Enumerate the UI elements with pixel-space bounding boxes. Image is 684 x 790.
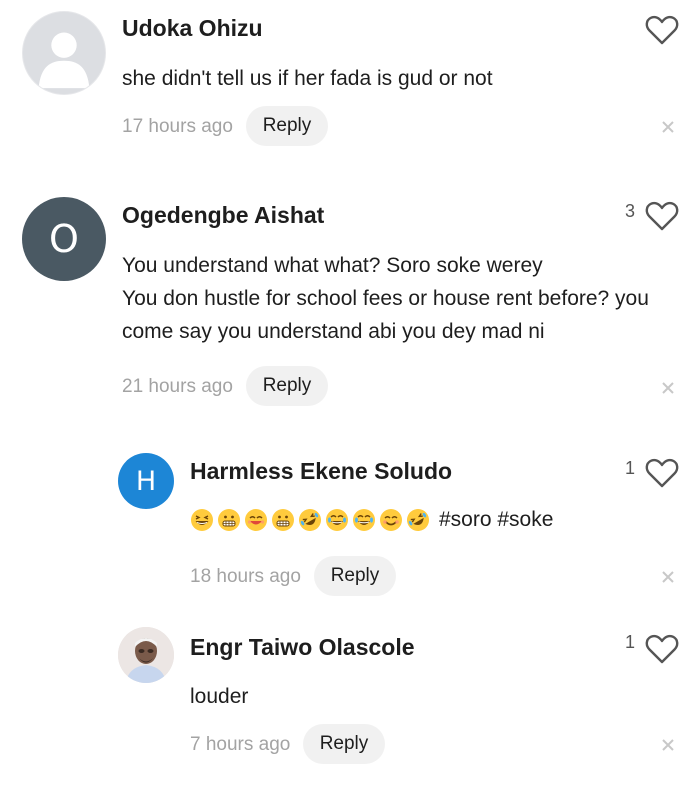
comment-text-line: You understand what what? Soro soke were…: [122, 254, 543, 277]
comment: Udoka Ohizu she didn't tell us if her fa…: [0, 0, 684, 180]
comment-time: 18 hours ago: [190, 566, 301, 587]
comment-text: louder: [190, 685, 249, 708]
comment-author[interactable]: Udoka Ohizu: [122, 15, 263, 42]
reply-comment: Engr Taiwo Olascole louder 7 hours ago R…: [0, 610, 684, 790]
avatar-letter: O: [49, 217, 79, 261]
comment-time: 21 hours ago: [122, 376, 233, 397]
comment-time: 17 hours ago: [122, 116, 233, 137]
tears-of-joy-emoji-icon: [326, 509, 348, 531]
close-icon[interactable]: [661, 738, 675, 752]
grimacing-emoji-icon: [218, 509, 240, 531]
hashtags[interactable]: #soro #soke: [439, 508, 553, 532]
comment-author[interactable]: Engr Taiwo Olascole: [190, 634, 415, 661]
avatar[interactable]: [22, 11, 106, 95]
tears-of-joy-emoji-icon: [353, 509, 375, 531]
like-count: 1: [625, 458, 636, 478]
comment-author[interactable]: Harmless Ekene Soludo: [190, 458, 452, 485]
user-photo-icon: [118, 627, 174, 683]
grimacing-emoji-icon: [272, 509, 294, 531]
comment-text-line: come say you understand abi you dey mad …: [122, 320, 545, 343]
smiling-face-emoji-icon: [380, 509, 402, 531]
avatar[interactable]: H: [118, 453, 174, 509]
comment-text-line: You don hustle for school fees or house …: [122, 287, 649, 310]
like-count: 1: [625, 632, 636, 652]
reply-button[interactable]: Reply: [246, 366, 328, 406]
heart-icon[interactable]: [645, 634, 679, 664]
comment-time: 7 hours ago: [190, 734, 291, 755]
default-user-icon: [38, 32, 90, 89]
comment: O Ogedengbe Aishat You understand what w…: [0, 180, 684, 430]
reply-button[interactable]: Reply: [303, 724, 385, 764]
reply-button[interactable]: Reply: [246, 106, 328, 146]
avatar-letter: H: [135, 465, 157, 497]
comment-text: #soro #soke: [190, 508, 553, 532]
comment-author[interactable]: Ogedengbe Aishat: [122, 202, 324, 229]
reply-comment: H Harmless Ekene Soludo #soro #soke 18 h…: [0, 430, 684, 610]
rofl-emoji-icon: [407, 509, 429, 531]
smiling-closed-eyes-emoji-icon: [245, 509, 267, 531]
heart-icon[interactable]: [645, 15, 679, 45]
like-count: 3: [625, 201, 636, 221]
rofl-emoji-icon: [299, 509, 321, 531]
grinning-squint-emoji-icon: [191, 509, 213, 531]
close-icon[interactable]: [661, 120, 675, 134]
close-icon[interactable]: [661, 381, 675, 395]
avatar[interactable]: O: [22, 197, 106, 281]
reply-button[interactable]: Reply: [314, 556, 396, 596]
heart-icon[interactable]: [645, 201, 679, 231]
heart-icon[interactable]: [645, 458, 679, 488]
close-icon[interactable]: [661, 570, 675, 584]
comment-text: she didn't tell us if her fada is gud or…: [122, 67, 493, 90]
avatar[interactable]: [118, 627, 174, 683]
